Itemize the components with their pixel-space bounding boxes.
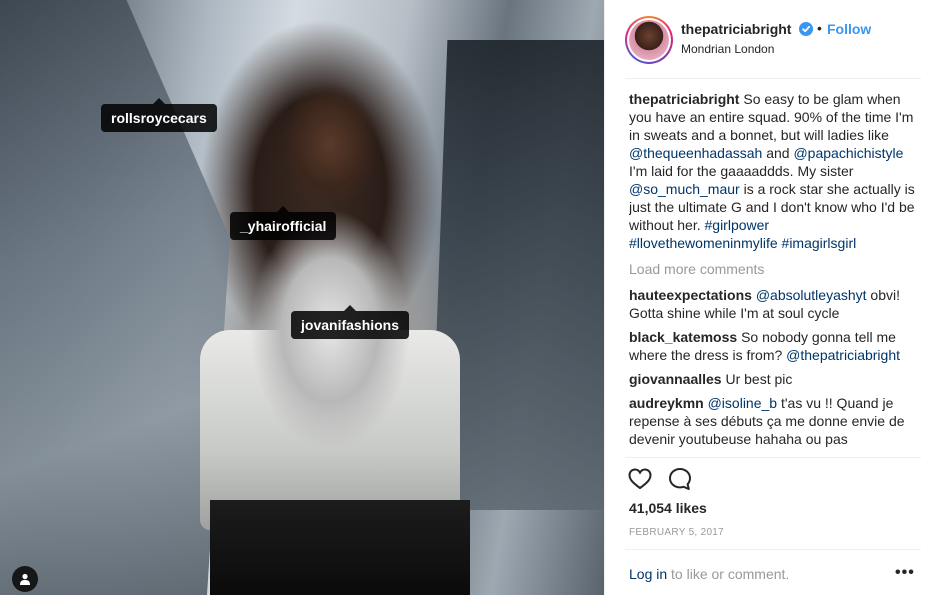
hashtag-link[interactable]: #girlpower [705, 217, 770, 233]
load-more-comments[interactable]: Load more comments [629, 260, 921, 278]
mention-link[interactable]: @thequeenhadassah [629, 145, 762, 161]
post-date[interactable]: FEBRUARY 5, 2017 [629, 527, 724, 538]
mention-link[interactable]: @so_much_maur [629, 181, 740, 197]
avatar[interactable] [625, 16, 673, 64]
login-link[interactable]: Log in [629, 566, 667, 582]
verified-badge-icon [799, 22, 813, 36]
comment-item: hauteexpectations @absolutleyashyt obvi!… [629, 287, 901, 321]
car-door [0, 0, 230, 595]
mention-link[interactable]: @absolutleyashyt [756, 287, 867, 303]
comment-author[interactable]: hauteexpectations [629, 287, 752, 303]
post-side-panel: thepatriciabright • Follow Mondrian Lond… [604, 0, 940, 595]
footer-divider [625, 549, 921, 550]
post-header: thepatriciabright • Follow Mondrian Lond… [605, 0, 940, 78]
post-photo[interactable]: rollsroycecars _yhairofficial jovanifash… [0, 0, 604, 595]
mention-link[interactable]: @isoline_b [708, 395, 777, 411]
photo-tag-yhairofficial[interactable]: _yhairofficial [230, 206, 337, 240]
mention-link[interactable]: @papachichistyle [793, 145, 903, 161]
comments-section: thepatriciabright So easy to be glam whe… [629, 90, 921, 456]
comment-author[interactable]: audreykmn [629, 395, 704, 411]
photo-tag-jovanifashions[interactable]: jovanifashions [291, 305, 410, 339]
comment-author[interactable]: giovannaalles [629, 371, 722, 387]
header-divider [625, 78, 921, 79]
comment-item: audreykmn @isoline_b t'as vu !! Quand je… [629, 395, 905, 447]
car-floor [210, 500, 470, 595]
comment-item: black_katemoss So nobody gonna tell me w… [629, 329, 900, 363]
location-link[interactable]: Mondrian London [681, 42, 774, 56]
separator: • [817, 20, 822, 36]
person [250, 70, 410, 540]
comments-divider [625, 457, 921, 458]
follow-button[interactable]: Follow [827, 21, 871, 37]
comment-author[interactable]: black_katemoss [629, 329, 737, 345]
user-icon [20, 573, 30, 585]
comment-icon[interactable] [667, 466, 693, 492]
username[interactable]: thepatriciabright [681, 21, 791, 37]
mention-link[interactable]: @thepatriciabright [786, 347, 900, 363]
hashtag-link[interactable]: #llovethewomeninmylife [629, 235, 778, 251]
caption: thepatriciabright So easy to be glam whe… [629, 91, 915, 251]
avatar-photo [629, 20, 669, 60]
caption-author[interactable]: thepatriciabright [629, 91, 739, 107]
photo-tag-rollsroycecars[interactable]: rollsroycecars [101, 98, 217, 132]
likes-count[interactable]: 41,054 likes [629, 500, 707, 516]
more-options-icon[interactable]: ••• [895, 564, 915, 582]
login-prompt: Log in to like or comment. [629, 566, 790, 582]
hashtag-link[interactable]: #imagirlsgirl [782, 235, 857, 251]
heart-icon[interactable] [627, 466, 653, 492]
tagged-users-button[interactable] [12, 566, 38, 592]
comment-item: giovannaalles Ur best pic [629, 371, 793, 387]
